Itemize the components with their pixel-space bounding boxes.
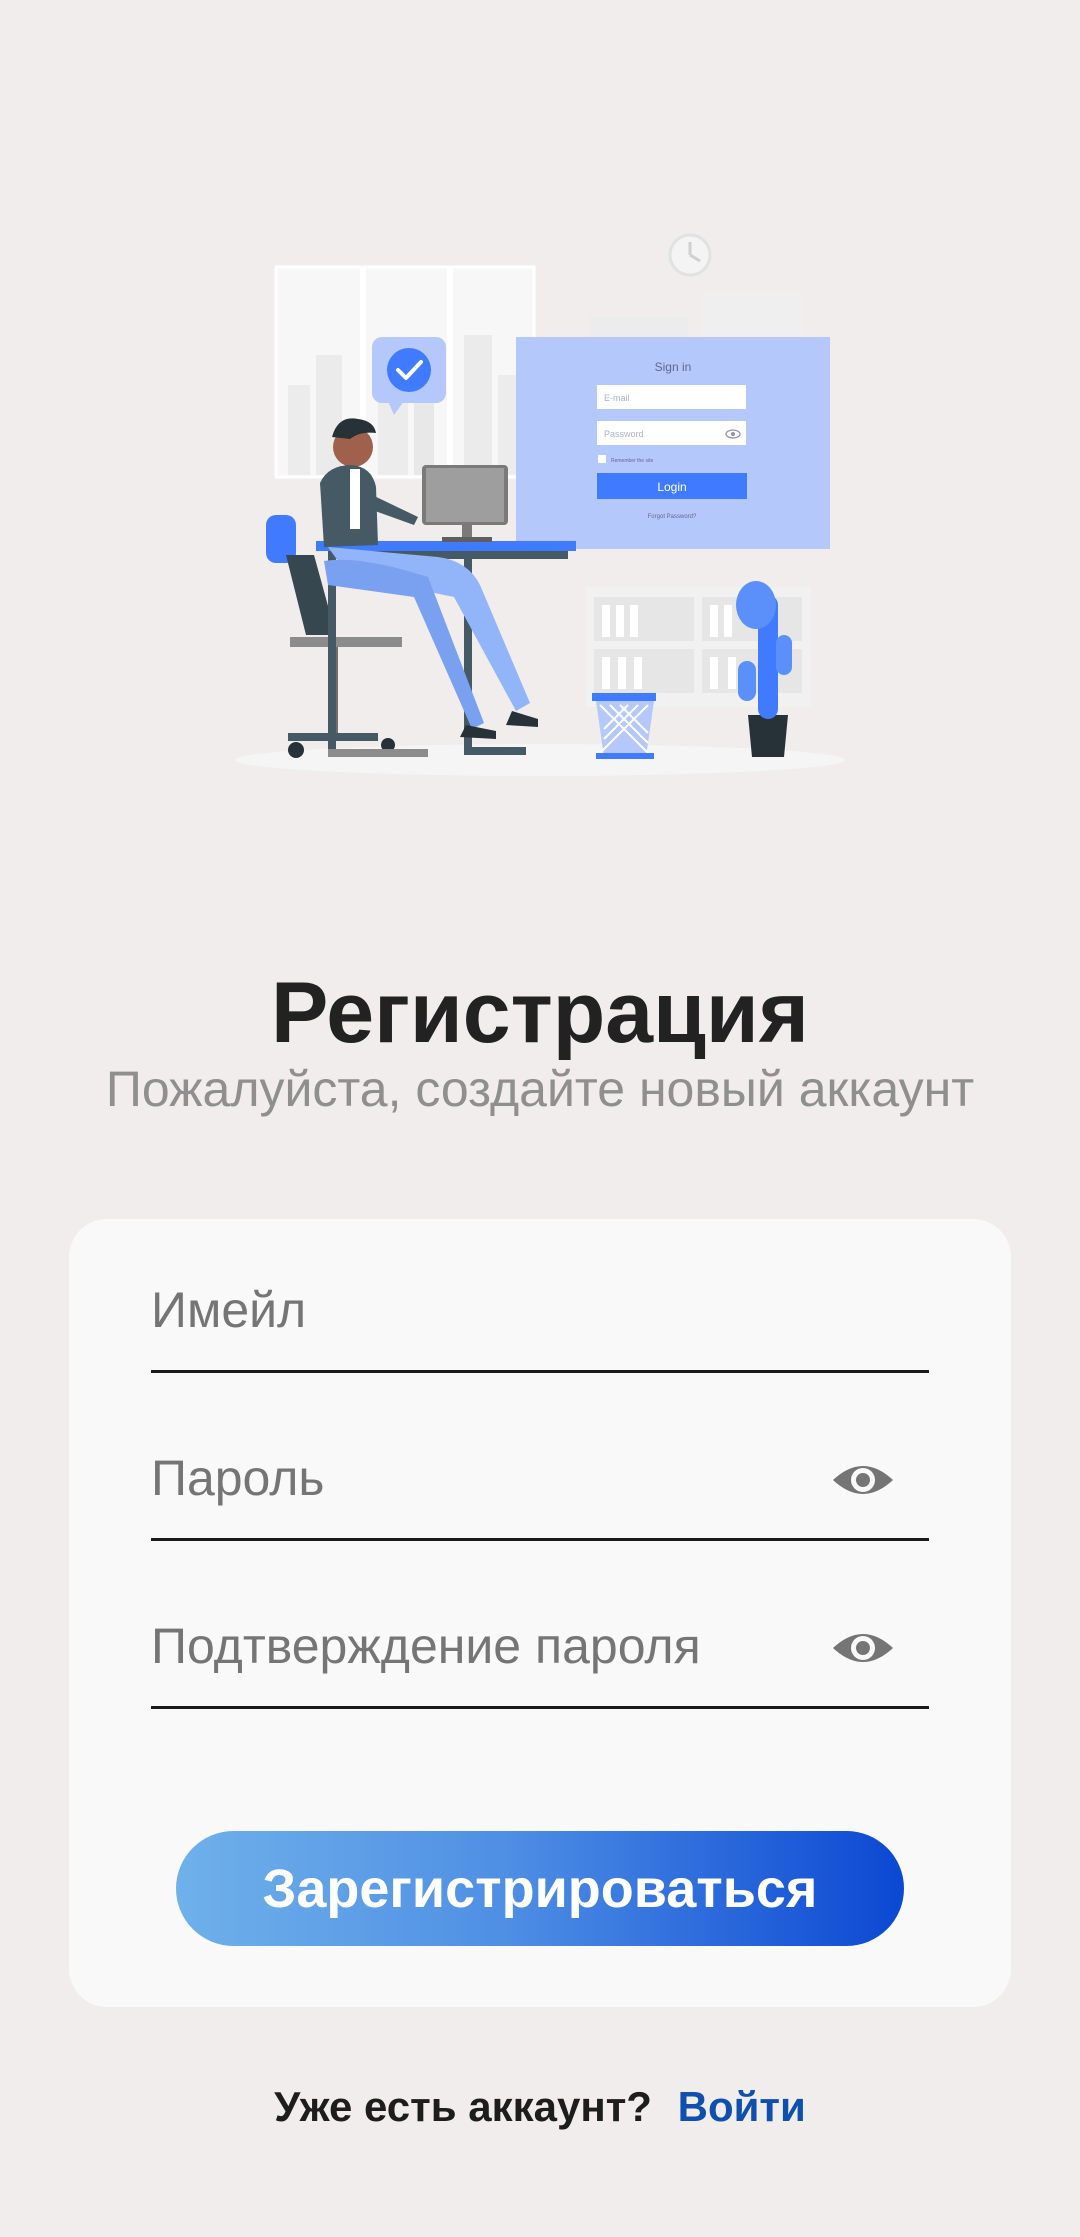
page-subtitle: Пожалуйста, создайте новый аккаунт	[105, 1061, 975, 1117]
page-title: Регистрация	[271, 965, 809, 1061]
login-question: Уже есть аккаунт?	[274, 2083, 652, 2130]
eye-icon[interactable]	[831, 1458, 895, 1502]
login-prompt: Уже есть аккаунт? Войти	[0, 2077, 1080, 2137]
sign-in-title: Sign in	[655, 360, 692, 374]
register-button[interactable]: Зарегистрироваться	[176, 1831, 904, 1946]
illustration-password-placeholder: Password	[604, 429, 644, 439]
illustration-remember-text: Remember the site	[611, 458, 653, 464]
registration-form-card: Зарегистрироваться	[69, 1219, 1011, 2007]
illustration-forgot-text: Forgot Password?	[648, 514, 697, 520]
confirm-password-input[interactable]	[151, 1611, 819, 1681]
office-illustration: Sign in E-mail Password Remember the sit…	[235, 233, 845, 776]
registration-screen: Sign in E-mail Password Remember the sit…	[0, 0, 1080, 2237]
confirm-password-field[interactable]	[151, 1556, 929, 1709]
eye-icon[interactable]	[831, 1626, 895, 1670]
illustration-email-placeholder: E-mail	[604, 393, 630, 403]
email-input[interactable]	[151, 1275, 819, 1345]
login-link[interactable]: Войти	[678, 2083, 806, 2130]
password-field[interactable]	[151, 1388, 929, 1541]
illustration-login-label: Login	[657, 480, 686, 494]
email-field[interactable]	[151, 1220, 929, 1373]
password-input[interactable]	[151, 1443, 819, 1513]
